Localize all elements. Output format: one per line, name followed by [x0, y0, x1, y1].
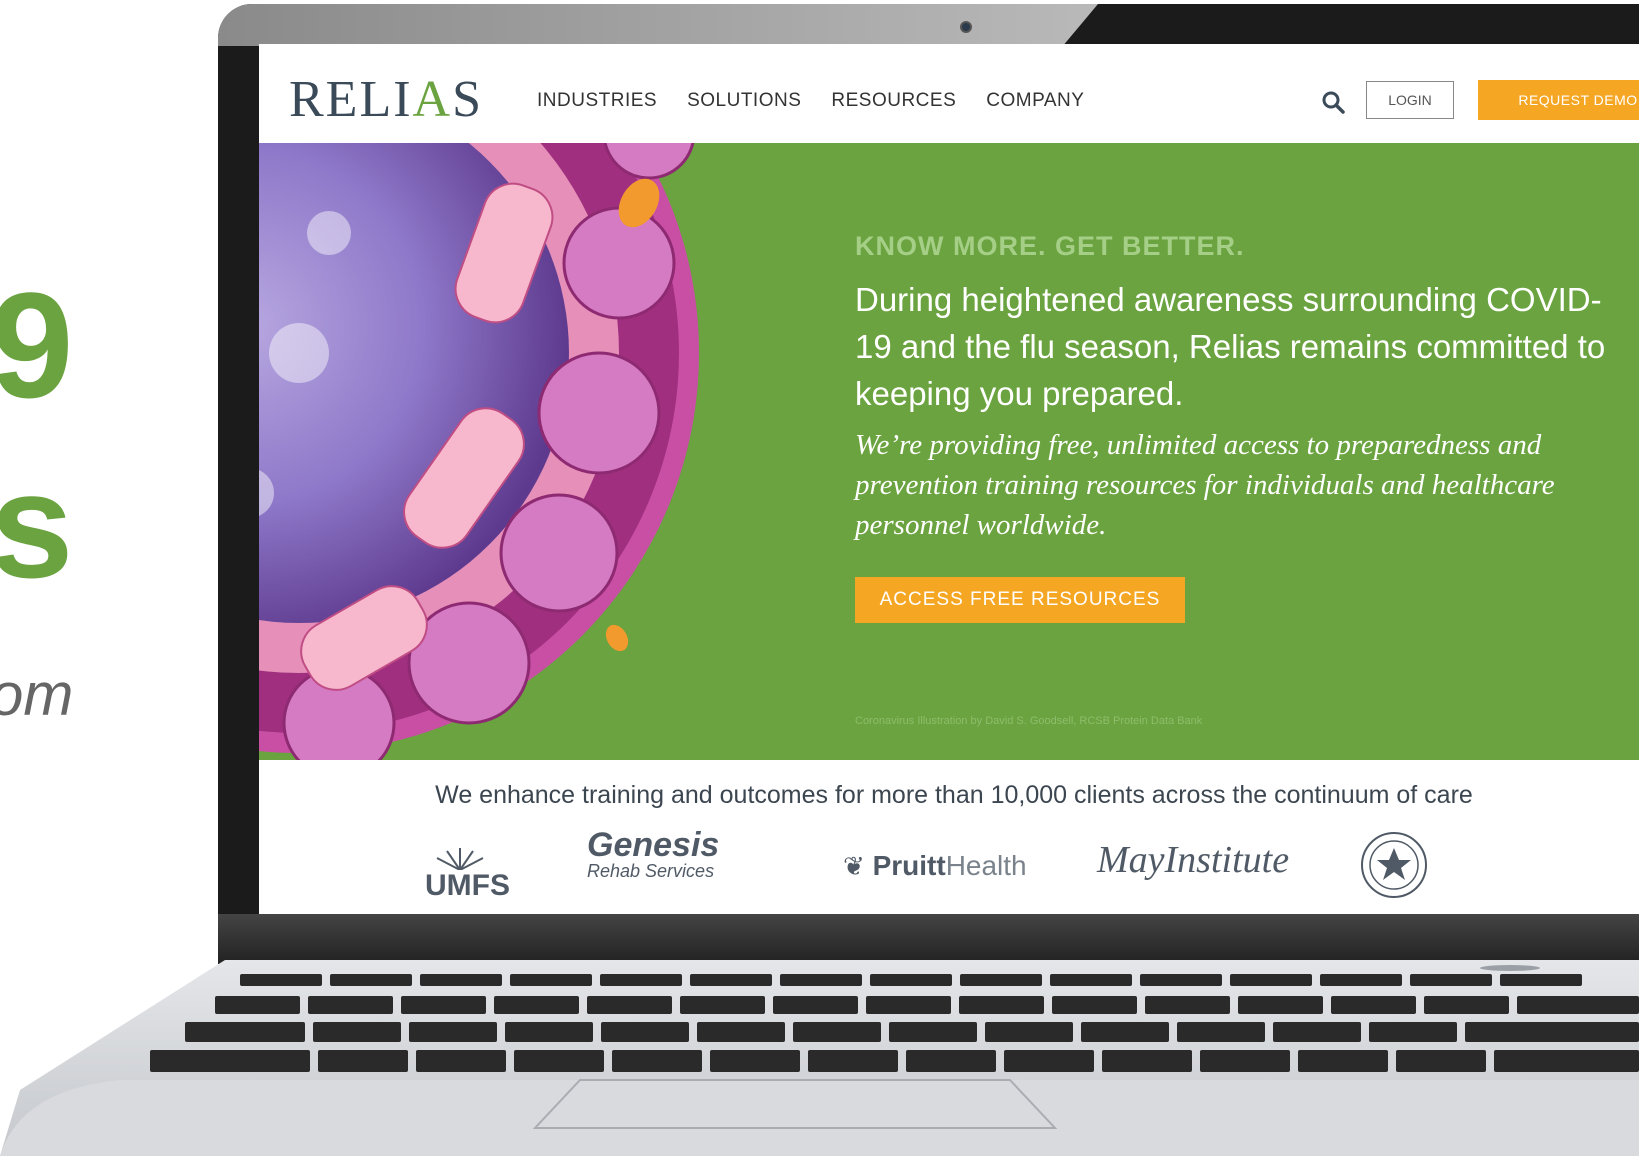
tree-icon: ❦ — [843, 851, 865, 881]
caption-big-line-2: s — [0, 441, 74, 609]
caption-italic: om — [0, 661, 74, 728]
top-nav: RELIAS INDUSTRIES SOLUTIONS RESOURCES CO… — [259, 44, 1639, 143]
hero-banner: KNOW MORE. GET BETTER. During heightened… — [259, 143, 1639, 760]
hero-eyebrow: KNOW MORE. GET BETTER. — [855, 231, 1245, 261]
menu-item-solutions[interactable]: SOLUTIONS — [687, 90, 801, 112]
main-menu: INDUSTRIES SOLUTIONS RESOURCES COMPANY — [537, 90, 1084, 112]
menu-item-company[interactable]: COMPANY — [986, 90, 1084, 112]
logo-health-text: Health — [945, 850, 1027, 881]
hero-subtext: We’re providing free, unlimited access t… — [855, 429, 1555, 541]
webcam-icon — [960, 21, 972, 33]
logo-genesis-text: Genesis — [587, 826, 720, 864]
menu-item-industries[interactable]: INDUSTRIES — [537, 90, 657, 112]
client-logos: UMFS Genesis Rehab Services ❦ PruittHeal… — [259, 826, 1639, 914]
coronavirus-illustration — [259, 143, 699, 760]
laptop-base — [0, 960, 1639, 1156]
relias-logo[interactable]: RELIAS — [289, 70, 483, 129]
clients-tagline: We enhance training and outcomes for mor… — [435, 781, 1473, 809]
sunburst-icon — [436, 848, 484, 871]
search-icon[interactable] — [1321, 90, 1345, 114]
logo-umfs-text: UMFS — [425, 869, 510, 902]
laptop-bezel — [218, 914, 1639, 964]
logo-pruitt-text: Pruitt — [872, 850, 946, 881]
menu-item-resources[interactable]: RESOURCES — [831, 90, 956, 112]
logo-umfs: UMFS — [425, 846, 510, 903]
logo-pruitthealth: ❦ PruittHealth — [843, 850, 1027, 882]
access-free-resources-button[interactable]: ACCESS FREE RESOURCES — [855, 577, 1185, 623]
illustration-credit: Coronavirus Illustration by David S. Goo… — [855, 715, 1203, 727]
request-demo-button[interactable]: REQUEST DEMO — [1478, 80, 1639, 120]
logo-genesis: Genesis Rehab Services — [587, 826, 719, 882]
hero-headline: During heightened awareness surrounding … — [855, 281, 1606, 412]
logo-seal — [1359, 830, 1429, 905]
logo-mayinstitute: MayInstitute — [1097, 839, 1290, 881]
login-button[interactable]: LOGIN — [1366, 81, 1454, 119]
browser-screen: RELIAS INDUSTRIES SOLUTIONS RESOURCES CO… — [259, 44, 1639, 914]
seal-icon — [1361, 832, 1427, 898]
logo-genesis-sub: Rehab Services — [587, 861, 715, 881]
caption-big-line-1: 9 — [0, 261, 74, 429]
